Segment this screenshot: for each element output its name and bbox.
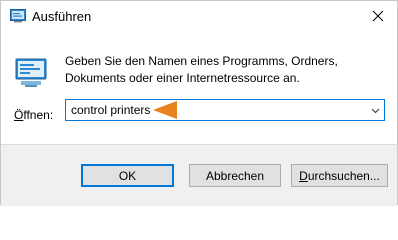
run-dialog: Ausführen Geben Sie den Namen eines Prog… (0, 0, 398, 206)
open-label: Öffnen: (14, 108, 53, 122)
browse-button[interactable]: Durchsuchen... (291, 164, 388, 187)
description-text: Geben Sie den Namen eines Programms, Ord… (65, 54, 338, 85)
close-button[interactable] (359, 1, 397, 31)
close-icon (372, 10, 384, 22)
run-app-icon (10, 9, 26, 23)
ok-button[interactable]: OK (81, 164, 174, 187)
title-bar[interactable]: Ausführen (1, 1, 397, 31)
chevron-down-icon[interactable] (371, 106, 380, 115)
open-label-accesskey: Ö (14, 108, 24, 122)
run-icon (15, 58, 47, 87)
cancel-button[interactable]: Abbrechen (189, 164, 281, 187)
open-input[interactable]: control printers (71, 103, 150, 117)
dialog-content: Geben Sie den Namen eines Programms, Ord… (1, 31, 397, 144)
button-bar: OK Abbrechen Durchsuchen... (1, 144, 397, 206)
window-title: Ausführen (32, 9, 92, 24)
browse-accesskey: D (299, 168, 308, 183)
open-label-rest: ffnen: (23, 108, 54, 122)
browse-label-rest: urchsuchen... (307, 168, 380, 183)
open-combobox[interactable]: control printers (65, 99, 385, 121)
